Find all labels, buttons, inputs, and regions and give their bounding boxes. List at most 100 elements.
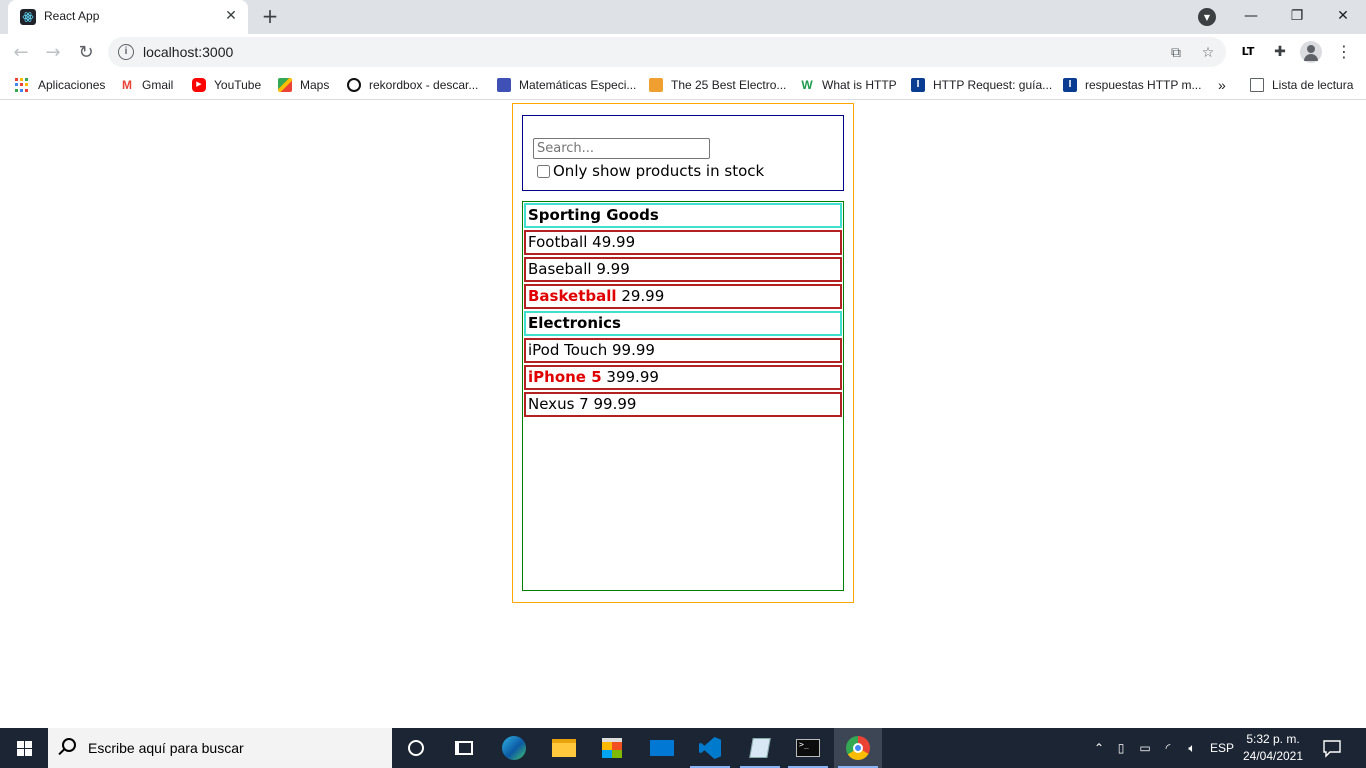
product-row: Basketball 29.99 [524,284,842,309]
reading-list-icon [1250,78,1264,92]
volume-icon[interactable]: 🔈︎ [1180,741,1204,756]
orange-site-icon [649,78,663,92]
more-bookmarks-button[interactable]: » [1218,76,1226,94]
bookmark-item[interactable]: ▶ YouTube [192,76,261,94]
vscode-icon [699,737,721,759]
extensions-puzzle-icon[interactable]: ✚ [1270,42,1290,62]
product-row: iPod Touch 99.99 [524,338,842,363]
clock[interactable]: 5:32 p. m. 24/04/2021 [1238,731,1308,765]
product-name: iPod Touch [528,341,608,359]
product-row: Baseball 9.99 [524,257,842,282]
folder-icon [552,739,576,757]
taskbar-search-placeholder: Escribe aquí para buscar [88,740,244,756]
tab-strip: React App ✕ + ▼ — ❐ ✕ [0,0,1366,34]
category-row: Sporting Goods [524,203,842,228]
menu-kebab-icon[interactable]: ⋮ [1334,42,1354,62]
product-name: Basketball [528,287,617,305]
task-view-button[interactable] [440,728,488,768]
start-button[interactable] [0,728,48,768]
product-price: 29.99 [621,287,665,305]
bookmark-label: Matemáticas Especi... [519,78,637,92]
bookmark-item[interactable]: I respuestas HTTP m... [1063,76,1201,94]
bookmark-item[interactable]: Matemáticas Especi... [497,76,636,94]
product-price: 9.99 [596,260,630,278]
language-indicator[interactable]: ESP [1210,741,1234,755]
bookmark-item[interactable]: Maps [278,76,329,94]
minimize-button[interactable]: — [1228,0,1274,32]
reload-button[interactable]: ↻ [73,39,99,65]
bookmark-item[interactable]: I HTTP Request: guía... [911,76,1052,94]
windows-taskbar: Escribe aquí para buscar >_ ⌃ ▯ ▭ ◜ 🔈︎ E… [0,728,1366,768]
windows-logo-icon [16,740,32,756]
in-stock-checkbox[interactable] [537,164,550,178]
edge-app[interactable] [490,728,538,768]
close-tab-icon[interactable]: ✕ [222,7,240,25]
bookmark-item[interactable]: M Gmail [120,76,173,94]
address-bar[interactable]: i localhost:3000 ⧉ ☆ [108,37,1226,67]
react-icon [20,9,36,25]
extension-lt-icon[interactable]: LT [1238,42,1258,62]
filterable-product-table: Only show products in stock Sporting Goo… [512,103,854,603]
product-name: Nexus 7 [528,395,589,413]
cortana-button[interactable] [392,728,440,768]
youtube-icon: ▶ [192,78,206,92]
blue-i-icon: I [1063,78,1077,92]
wifi-icon[interactable]: ◜ [1156,741,1180,755]
w-icon: W [801,78,813,92]
product-price: 99.99 [611,341,655,359]
reading-list-button[interactable]: Lista de lectura [1250,76,1353,94]
apps-grid-icon [15,78,29,92]
show-hidden-icons[interactable]: ⌃ [1090,741,1108,755]
close-window-button[interactable]: ✕ [1320,0,1366,32]
in-stock-label: Only show products in stock [553,162,765,180]
page-viewport: Only show products in stock Sporting Goo… [0,101,1366,728]
power-icon[interactable]: ▭ [1134,741,1156,755]
bookmark-label: rekordbox - descar... [369,78,479,92]
search-input[interactable] [533,138,710,159]
bookmark-star-icon[interactable]: ☆ [1200,45,1216,61]
notification-center-icon[interactable] [1322,738,1342,758]
rekordbox-icon [347,78,361,92]
bookmark-label: What is HTTP [822,78,897,92]
file-explorer-app[interactable] [540,728,588,768]
chrome-app[interactable] [834,728,882,768]
terminal-app[interactable]: >_ [784,728,832,768]
maps-icon [278,78,292,92]
product-row: iPhone 5 399.99 [524,365,842,390]
battery-meter-icon[interactable]: ▯ [1108,741,1134,755]
new-tab-button[interactable]: + [259,6,281,28]
system-tray: ⌃ ▯ ▭ ◜ 🔈︎ ESP [1090,728,1234,768]
bookmark-item[interactable]: W What is HTTP [800,76,897,94]
doc-icon [497,78,511,92]
restore-button[interactable]: ❐ [1274,0,1320,32]
profile-avatar[interactable] [1300,41,1322,63]
product-name: Baseball [528,260,592,278]
translate-icon[interactable]: ⧉ [1168,45,1184,61]
tab-search-icon[interactable]: ▼ [1198,8,1216,26]
taskbar-search-box[interactable]: Escribe aquí para buscar [48,728,392,768]
url-text[interactable]: localhost:3000 [143,44,233,60]
edge-icon [502,736,526,760]
bookmark-item[interactable]: Aplicaciones [15,76,105,94]
clock-date: 24/04/2021 [1242,749,1304,763]
in-stock-filter[interactable]: Only show products in stock [537,162,764,180]
reading-list-label: Lista de lectura [1272,78,1354,92]
store-app[interactable] [588,728,636,768]
product-name: iPhone 5 [528,368,602,386]
bookmark-item[interactable]: The 25 Best Electro... [649,76,786,94]
site-info-icon[interactable]: i [118,44,134,60]
bookmarks-bar: Aplicaciones M Gmail ▶ YouTube Maps reko… [0,70,1366,100]
back-button[interactable]: ← [8,39,34,65]
tab-title: React App [44,9,100,23]
gmail-icon: M [120,78,134,92]
search-bar: Only show products in stock [522,115,844,191]
browser-tab[interactable]: React App ✕ [8,0,248,34]
blue-i-icon: I [911,78,925,92]
forward-button[interactable]: → [40,39,66,65]
mail-app[interactable] [638,728,686,768]
bookmark-item[interactable]: rekordbox - descar... [347,76,478,94]
bookmark-label: Maps [300,78,330,92]
vscode-app[interactable] [686,728,734,768]
bookmark-label: The 25 Best Electro... [671,78,787,92]
notepad-app[interactable] [736,728,784,768]
